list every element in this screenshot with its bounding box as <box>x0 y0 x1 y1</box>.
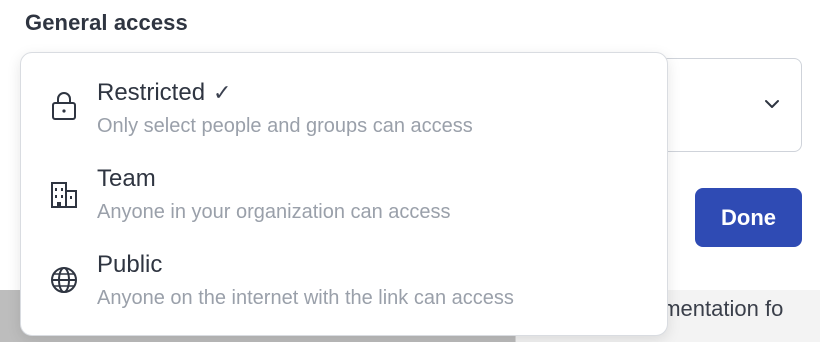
building-icon <box>51 182 77 208</box>
option-description: Anyone in your organization can access <box>97 201 451 223</box>
option-label: Team <box>97 165 156 192</box>
option-public[interactable]: Public Anyone on the internet with the l… <box>21 227 667 313</box>
done-button[interactable]: Done <box>695 188 802 247</box>
access-dropdown-menu: Restricted ✓ Only select people and grou… <box>20 52 668 336</box>
option-description: Only select people and groups can access <box>97 115 473 137</box>
globe-icon <box>51 267 77 293</box>
option-description: Anyone on the internet with the link can… <box>97 287 514 309</box>
lock-icon <box>52 92 76 120</box>
option-label: Restricted <box>97 79 206 106</box>
option-label: Public <box>97 251 163 278</box>
section-title: General access <box>25 10 188 35</box>
chevron-down-icon <box>765 100 779 108</box>
background-partial-text: ementation fo <box>650 296 784 321</box>
checkmark-icon: ✓ <box>213 80 232 105</box>
option-team[interactable]: Team Anyone in your organization can acc… <box>21 141 667 227</box>
option-restricted[interactable]: Restricted ✓ Only select people and grou… <box>21 53 667 139</box>
